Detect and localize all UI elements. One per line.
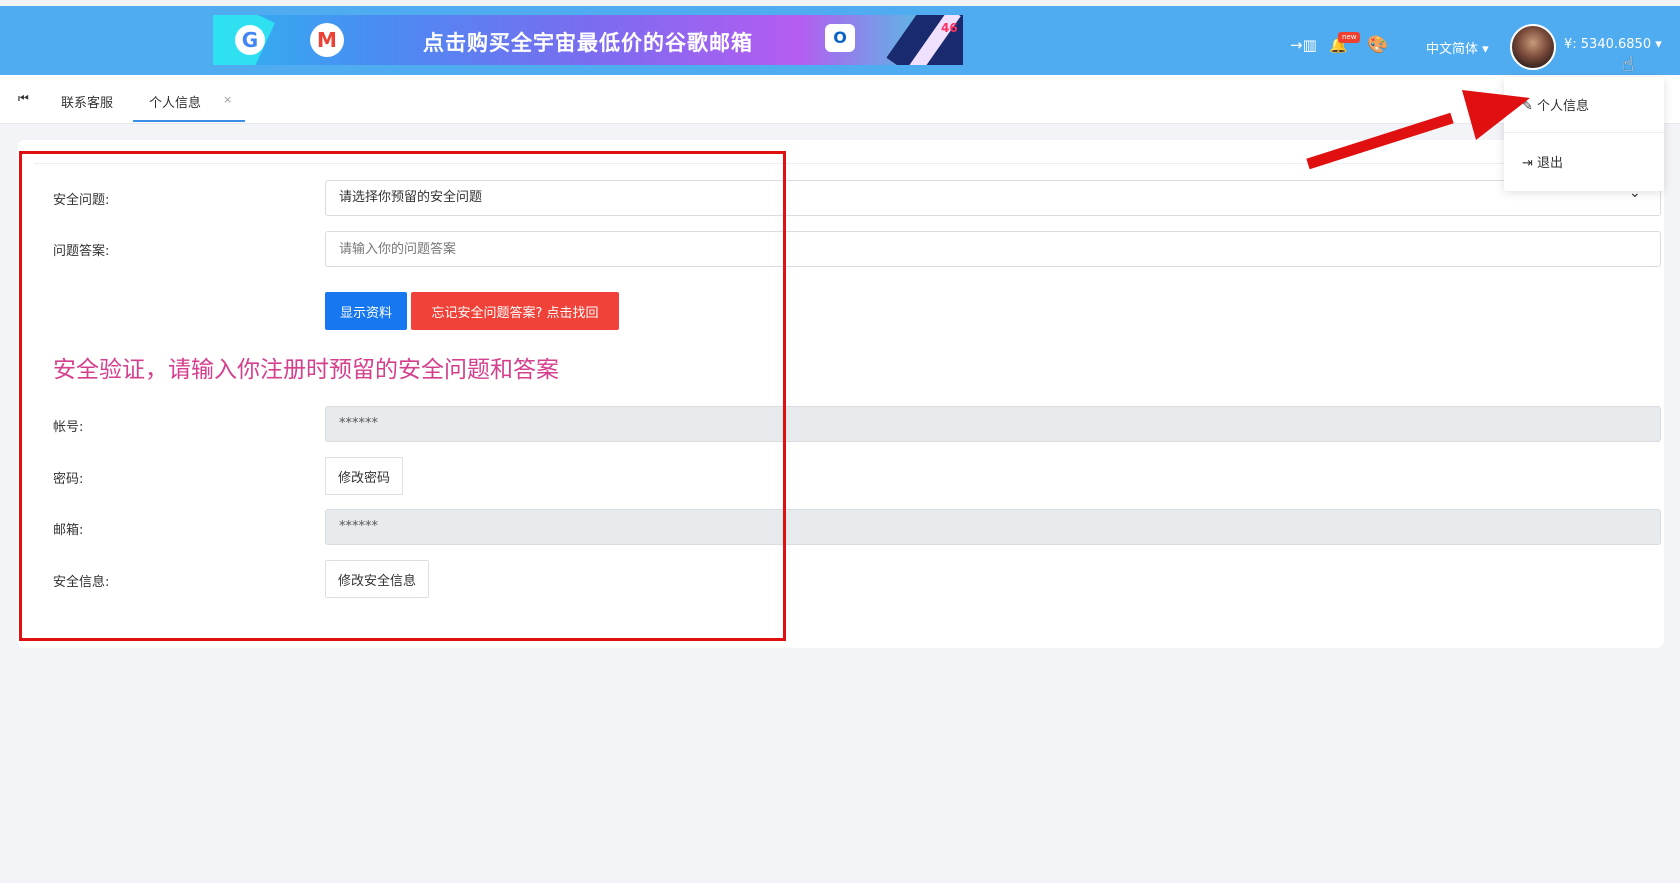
annotation-arrow (1306, 90, 1530, 170)
arrow-head (1462, 90, 1530, 140)
arrow-shaft (1306, 112, 1454, 170)
